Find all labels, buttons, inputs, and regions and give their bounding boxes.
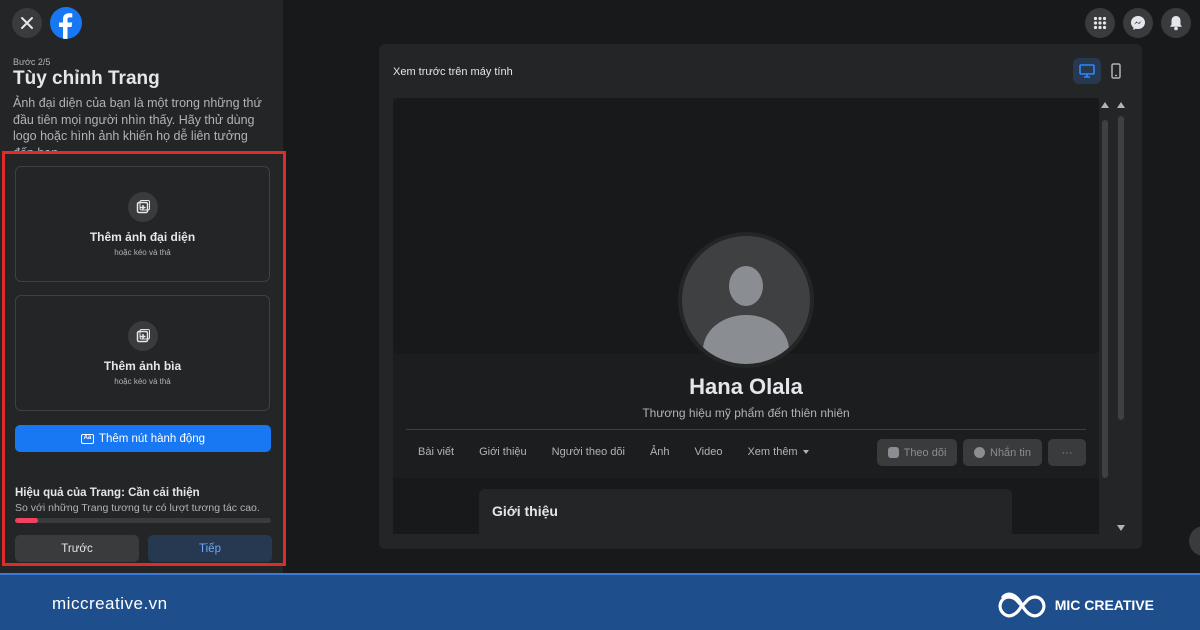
action-button-icon: Aa: [80, 433, 94, 444]
tab-more-label: Xem thêm: [747, 446, 798, 458]
close-button[interactable]: [12, 8, 42, 38]
sidebar-title: Tùy chỉnh Trang: [13, 68, 160, 89]
app-root: Bước 2/5 Tùy chỉnh Trang Ảnh đại diện củ…: [0, 0, 1200, 630]
scroll-up-arrow[interactable]: [1101, 102, 1109, 108]
page-name: Hana Olala: [689, 374, 803, 399]
follow-button-label: Theo dõi: [903, 446, 947, 459]
footer-website: miccreative.vn: [52, 594, 168, 613]
tab-photos[interactable]: Ảnh: [650, 446, 670, 458]
tab-posts[interactable]: Bài viết: [418, 446, 454, 458]
intro-card: Giới thiệu: [479, 489, 1012, 534]
scroll-down-arrow[interactable]: [1117, 525, 1125, 531]
tab-followers[interactable]: Người theo dõi: [552, 446, 625, 458]
add-action-button-label: Thêm nút hành động: [98, 432, 206, 445]
intro-title: Giới thiệu: [492, 503, 558, 519]
facebook-f-icon: [59, 13, 73, 39]
tab-more[interactable]: Xem thêm: [747, 446, 809, 458]
scroll-up-arrow[interactable]: [1117, 102, 1125, 108]
footer-brand-name: MIC CREATIVE: [1054, 597, 1154, 613]
drag-drop-hint: hoặc kéo và thả: [114, 247, 171, 257]
outer-scrollbar-thumb[interactable]: [1118, 116, 1124, 420]
performance-progress-fill: [15, 518, 39, 523]
caret-down-icon: [802, 450, 809, 454]
desktop-icon: [1079, 64, 1095, 78]
desktop-preview-toggle[interactable]: [1073, 58, 1101, 84]
facebook-logo[interactable]: [50, 7, 82, 39]
page-tagline: Thương hiệu mỹ phẩm đến thiên nhiên: [642, 406, 850, 420]
performance-title: Hiệu quả của Trang: Cần cải thiện: [15, 487, 200, 499]
notifications-button[interactable]: [1161, 8, 1191, 38]
step-indicator: Bước 2/5: [13, 57, 51, 67]
footer-brand: MIC CREATIVE: [997, 591, 1154, 619]
top-nav-icons: [1085, 8, 1191, 38]
avatar-body: [703, 315, 789, 364]
avatar-head: [729, 266, 763, 306]
tab-divider: [406, 429, 1086, 430]
message-icon: [974, 447, 985, 458]
add-photo-icon: [127, 191, 158, 222]
mobile-preview-toggle[interactable]: [1105, 58, 1127, 84]
tab-about[interactable]: Giới thiệu: [479, 446, 527, 458]
add-action-button[interactable]: Aa Thêm nút hành động: [15, 425, 271, 452]
messenger-button[interactable]: [1123, 8, 1153, 38]
add-cover-photo-box[interactable]: Thêm ảnh bìa hoặc kéo và thả: [15, 295, 270, 411]
message-button[interactable]: Nhắn tin: [963, 439, 1042, 466]
more-options-button[interactable]: ···: [1048, 439, 1086, 466]
messenger-icon: [1131, 16, 1145, 30]
preview-label: Xem trước trên máy tính: [393, 66, 513, 78]
next-button[interactable]: Tiếp: [148, 535, 272, 562]
tab-video[interactable]: Video: [695, 446, 723, 458]
add-photo-icon: [127, 320, 158, 351]
menu-button[interactable]: [1085, 8, 1115, 38]
add-profile-photo-label: Thêm ảnh đại diện: [89, 229, 196, 244]
grid-menu-icon: [1093, 16, 1107, 30]
follow-button[interactable]: Theo dõi: [877, 439, 957, 466]
mic-creative-logo: [998, 592, 1046, 618]
performance-progress-bar: [15, 518, 271, 523]
add-profile-photo-box[interactable]: Thêm ảnh đại diện hoặc kéo và thả: [15, 166, 270, 282]
page-preview-panel: Xem trước trên máy tính Hana Olala Thươn…: [379, 44, 1142, 549]
message-button-label: Nhắn tin: [990, 446, 1031, 459]
previous-button[interactable]: Trước: [15, 535, 139, 562]
highlight-frame: Thêm ảnh đại diện hoặc kéo và thả Thêm ả…: [2, 151, 286, 566]
bell-icon: [1170, 16, 1182, 31]
performance-subtitle: So với những Trang tương tự có lượt tươn…: [15, 502, 260, 514]
inner-scrollbar-thumb[interactable]: [1102, 120, 1108, 478]
close-icon: [21, 17, 33, 29]
drag-drop-hint: hoặc kéo và thả: [114, 376, 171, 386]
mobile-icon: [1111, 63, 1121, 79]
floating-button[interactable]: [1189, 526, 1200, 556]
profile-avatar-placeholder: [678, 232, 814, 368]
page-tabs: Bài viết Giới thiệu Người theo dõi Ảnh V…: [418, 446, 834, 458]
footer-banner: miccreative.vn MIC CREATIVE: [0, 573, 1200, 630]
page-preview-frame: Hana Olala Thương hiệu mỹ phẩm đến thiên…: [393, 98, 1099, 534]
add-cover-photo-label: Thêm ảnh bìa: [103, 358, 182, 373]
follow-icon: [887, 447, 899, 458]
sidebar-description: Ảnh đại diện của bạn là một trong những …: [13, 96, 262, 151]
